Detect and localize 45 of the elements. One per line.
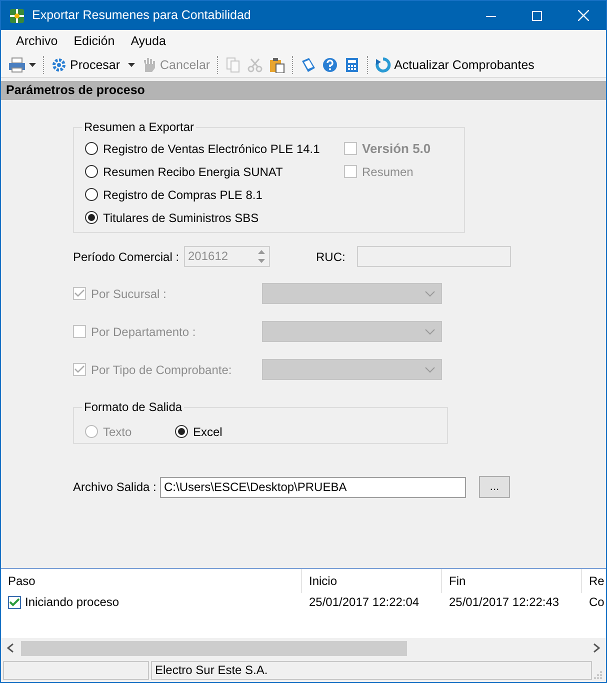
- menu-item[interactable]: Ayuda: [122, 30, 174, 53]
- path-field[interactable]: C:\Users\ESCE\Desktop\PRUEBA: [160, 476, 466, 498]
- dropdown-field[interactable]: [262, 321, 442, 342]
- resize-grip-icon: [594, 671, 602, 679]
- calculator-icon[interactable]: [344, 57, 360, 73]
- dropdown-field[interactable]: [262, 359, 442, 380]
- section-header: Parámetros de proceso: [1, 81, 606, 100]
- toolbar-button[interactable]: Procesar: [48, 54, 138, 76]
- window-title: Exportar Resumenes para Contabilidad: [32, 7, 252, 24]
- table-cell-text: Iniciando proceso: [25, 594, 120, 611]
- group-label: Resumen a Exportar: [82, 120, 196, 134]
- help-icon[interactable]: [322, 57, 338, 73]
- menu-item[interactable]: Archivo: [8, 30, 66, 53]
- table-cell-text: 25/01/2017 12:22:04: [309, 594, 420, 611]
- printer-icon[interactable]: [8, 57, 26, 73]
- column-header[interactable]: Fin: [442, 569, 582, 593]
- paste-icon[interactable]: [269, 57, 286, 73]
- app-icon: [9, 8, 25, 24]
- menu-item[interactable]: Edición: [66, 30, 123, 53]
- column-header[interactable]: Inicio: [302, 569, 442, 593]
- radio-button[interactable]: Registro de Ventas Electrónico PLE 14.1: [85, 137, 344, 160]
- radio-button[interactable]: Excel: [175, 422, 265, 441]
- column-header[interactable]: Re: [582, 569, 606, 593]
- gear-icon[interactable]: [51, 57, 67, 73]
- field-label: Período Comercial :: [73, 248, 180, 266]
- radio-button[interactable]: Registro de Compras PLE 8.1: [85, 183, 344, 206]
- status-text: Electro Sur Este S.A.: [151, 660, 592, 680]
- caret-icon[interactable]: [128, 63, 136, 67]
- table-cell-text: Co: [589, 594, 604, 611]
- column-header[interactable]: Paso: [1, 569, 302, 593]
- maximize-icon[interactable]: [532, 10, 542, 20]
- book-icon[interactable]: [300, 57, 316, 73]
- field-label: RUC:: [316, 248, 346, 266]
- field-label: Archivo Salida :: [73, 479, 158, 496]
- table-cell-text: 25/01/2017 12:22:43: [449, 594, 560, 611]
- group-label: Formato de Salida: [82, 400, 184, 414]
- radio-button[interactable]: Titulares de Suministros SBS: [85, 206, 344, 229]
- toolbar-button[interactable]: Actualizar Comprobantes: [372, 54, 538, 76]
- scrollbar-thumb[interactable]: [21, 640, 407, 656]
- radio-button[interactable]: Resumen Recibo Energia SUNAT: [85, 160, 344, 183]
- caret-icon[interactable]: [29, 63, 36, 67]
- browse-button[interactable]: ...: [479, 476, 510, 498]
- refresh-icon[interactable]: [375, 57, 392, 73]
- dropdown-field[interactable]: [262, 283, 442, 304]
- close-icon[interactable]: [578, 10, 588, 21]
